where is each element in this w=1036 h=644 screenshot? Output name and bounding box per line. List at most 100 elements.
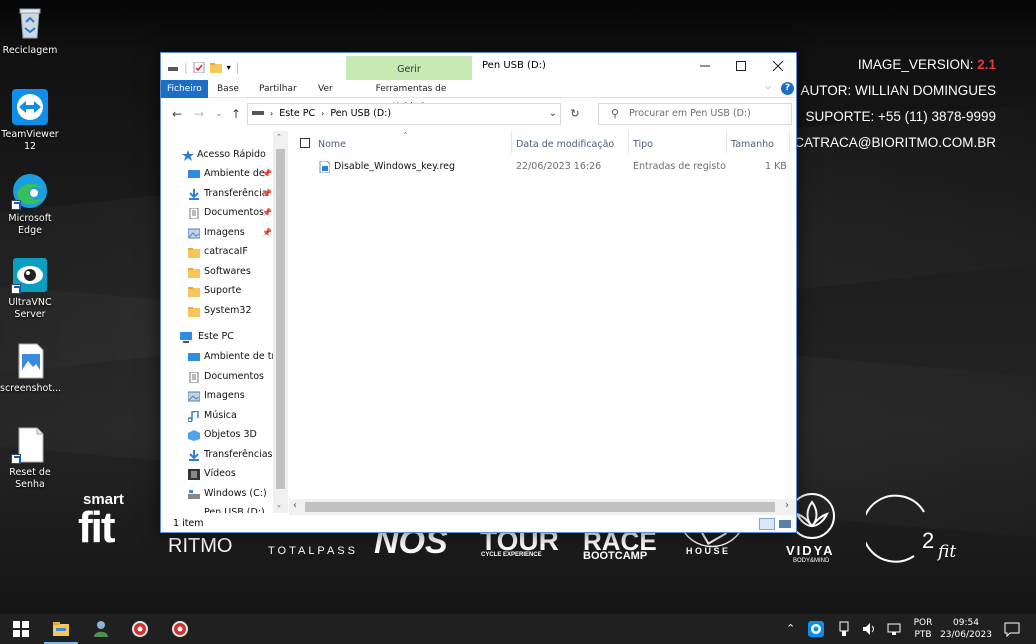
help-icon[interactable]: ? xyxy=(781,82,794,95)
desktop-icon-label: UltraVNC Server xyxy=(8,297,52,320)
details-view-button[interactable] xyxy=(759,518,775,530)
taskbar: ⌃ POR PTB 09:54 23/06/2023 xyxy=(0,614,1036,644)
usb-device-tray-icon[interactable] xyxy=(836,621,852,637)
usb-drive-icon xyxy=(188,507,200,513)
tab-view[interactable]: Ver xyxy=(312,80,339,98)
refresh-button[interactable]: ↻ xyxy=(567,105,583,123)
nav-label: Ambiente de tra xyxy=(204,351,282,362)
recent-locations-chevron-icon[interactable]: ⌄ xyxy=(211,105,227,123)
folder-icon xyxy=(188,246,200,258)
desktop-icon-ultravnc[interactable]: UltraVNC Server xyxy=(0,256,60,321)
3d-objects-icon xyxy=(188,429,200,441)
sort-ascending-icon: ⌃ xyxy=(402,131,409,140)
ultravnc-icon xyxy=(11,256,49,294)
clock[interactable]: 09:54 23/06/2023 xyxy=(938,617,994,644)
column-separator[interactable] xyxy=(511,131,512,153)
nav-label: Este PC xyxy=(198,331,234,342)
column-separator[interactable] xyxy=(726,131,727,153)
column-header-type[interactable]: Tipo xyxy=(633,137,653,153)
smartfit-logo: fit xyxy=(78,503,116,552)
nos-logo: NOS xyxy=(374,523,448,561)
new-folder-icon[interactable] xyxy=(209,62,222,73)
title-bar[interactable]: | ▾ | Gerir Pen USB (D:) xyxy=(161,53,796,80)
scrollbar-thumb[interactable] xyxy=(305,502,775,512)
large-icons-view-button[interactable] xyxy=(778,518,792,530)
scroll-left-icon[interactable]: ‹ xyxy=(293,500,297,511)
breadcrumb-usb-drive[interactable]: Pen USB (D:) xyxy=(330,104,391,124)
teamviewer-icon xyxy=(11,88,49,126)
scroll-down-icon[interactable]: ⌄ xyxy=(276,501,282,509)
search-icon: ⚲ xyxy=(611,107,620,120)
desktop-icon-reset-senha[interactable]: Reset de Senha xyxy=(0,426,60,491)
show-hidden-icons-chevron-icon[interactable]: ⌃ xyxy=(786,623,795,644)
nav-label: Transferência xyxy=(204,187,268,199)
breadcrumb-separator-icon: › xyxy=(270,109,274,118)
file-name[interactable]: Disable_Windows_key.reg xyxy=(334,159,455,175)
documents-icon xyxy=(188,371,200,383)
nav-label: Documentos xyxy=(204,370,264,382)
nav-label: Windows (C:) xyxy=(204,487,267,499)
scroll-right-icon[interactable]: › xyxy=(785,500,789,511)
desktop-icon-edge[interactable]: Microsoft Edge xyxy=(0,172,60,237)
up-button[interactable]: ↑ xyxy=(228,105,244,123)
author-text: AUTOR: WILLIAN DOMINGUES xyxy=(800,83,996,98)
desktop-icon-label: TeamViewer 12 xyxy=(1,129,59,152)
maximize-button[interactable] xyxy=(722,53,760,79)
context-group-manage: Gerir xyxy=(346,56,472,80)
desktop-icon-recycle-bin[interactable]: Reciclagem xyxy=(0,4,60,57)
file-explorer-taskbar-icon[interactable] xyxy=(44,620,78,644)
scroll-up-icon[interactable]: ⌃ xyxy=(276,133,282,141)
input-language-indicator[interactable]: POR PTB xyxy=(908,617,938,644)
drive-icon xyxy=(252,104,264,124)
volume-icon[interactable] xyxy=(861,621,877,637)
address-bar[interactable]: › Este PC › Pen USB (D:) xyxy=(247,103,561,125)
edge-icon xyxy=(11,172,49,210)
image-version-line: IMAGE_VERSION: 2.1 xyxy=(820,57,996,72)
close-button[interactable] xyxy=(759,53,796,79)
search-input[interactable]: ⚲ Procurar em Pen USB (D:) xyxy=(598,103,792,125)
network-icon[interactable] xyxy=(886,621,902,637)
address-dropdown-chevron-icon[interactable]: ⌄ xyxy=(545,105,561,123)
tab-file[interactable]: Ficheiro xyxy=(161,80,208,98)
windows-start-icon[interactable] xyxy=(12,620,30,638)
desktop-icon-teamviewer[interactable]: TeamViewer 12 xyxy=(0,88,60,153)
select-all-checkbox[interactable] xyxy=(300,138,310,148)
customize-qat-chevron-icon[interactable]: ▾ xyxy=(227,63,231,72)
tab-home[interactable]: Base xyxy=(211,80,245,98)
notifications-icon[interactable] xyxy=(1004,621,1020,638)
forward-button[interactable]: → xyxy=(191,105,207,123)
desktop-icon-label: Reciclagem xyxy=(2,45,58,56)
drive-icon[interactable] xyxy=(167,62,179,73)
folder-icon xyxy=(188,285,200,297)
column-separator[interactable] xyxy=(628,131,629,153)
shortcut-arrow-icon xyxy=(11,200,21,210)
horizontal-scrollbar[interactable]: ‹ › xyxy=(289,499,796,515)
nav-label: Vídeos xyxy=(204,468,236,479)
desktop-icon xyxy=(188,351,200,362)
user-manager-taskbar-icon[interactable] xyxy=(92,620,110,638)
nav-pane-scrollbar[interactable]: ⌃ ⌄ xyxy=(273,131,288,513)
expand-ribbon-chevron-icon[interactable]: ⌵ xyxy=(765,82,771,92)
column-header-name[interactable]: Nome xyxy=(318,137,346,153)
column-separator[interactable] xyxy=(789,131,790,153)
properties-icon[interactable] xyxy=(193,61,205,73)
tab-share[interactable]: Partilhar xyxy=(253,80,303,98)
navigation-pane[interactable]: Acesso Rápido Ambiente de 📌 Transferência 📌… xyxy=(161,131,288,513)
file-list[interactable]: Nome ⌃ Data de modificação Tipo Tamanho … xyxy=(289,131,796,499)
computer-icon xyxy=(180,331,192,343)
file-explorer-window[interactable]: | ▾ | Gerir Pen USB (D:) Ficheiro Base P… xyxy=(160,52,797,533)
desktop-icon-screenshot[interactable]: screenshot... xyxy=(0,342,61,395)
app-red-taskbar-icon[interactable] xyxy=(131,620,149,638)
app-red-taskbar-icon[interactable] xyxy=(171,620,189,638)
pictures-icon xyxy=(187,390,201,402)
breadcrumb-this-pc[interactable]: Este PC xyxy=(279,104,315,124)
teamviewer-tray-icon[interactable] xyxy=(808,621,824,637)
scrollbar-thumb[interactable] xyxy=(276,149,285,489)
minimize-button[interactable] xyxy=(686,53,724,79)
column-header-size[interactable]: Tamanho xyxy=(731,137,774,153)
tab-drive-tools[interactable]: Ferramentas de Unidade xyxy=(351,80,471,112)
back-button[interactable]: ← xyxy=(169,105,185,123)
column-header-date[interactable]: Data de modificação xyxy=(516,137,614,153)
desktop-icon-label: Microsoft Edge xyxy=(8,213,52,236)
folder-icon xyxy=(188,266,200,278)
